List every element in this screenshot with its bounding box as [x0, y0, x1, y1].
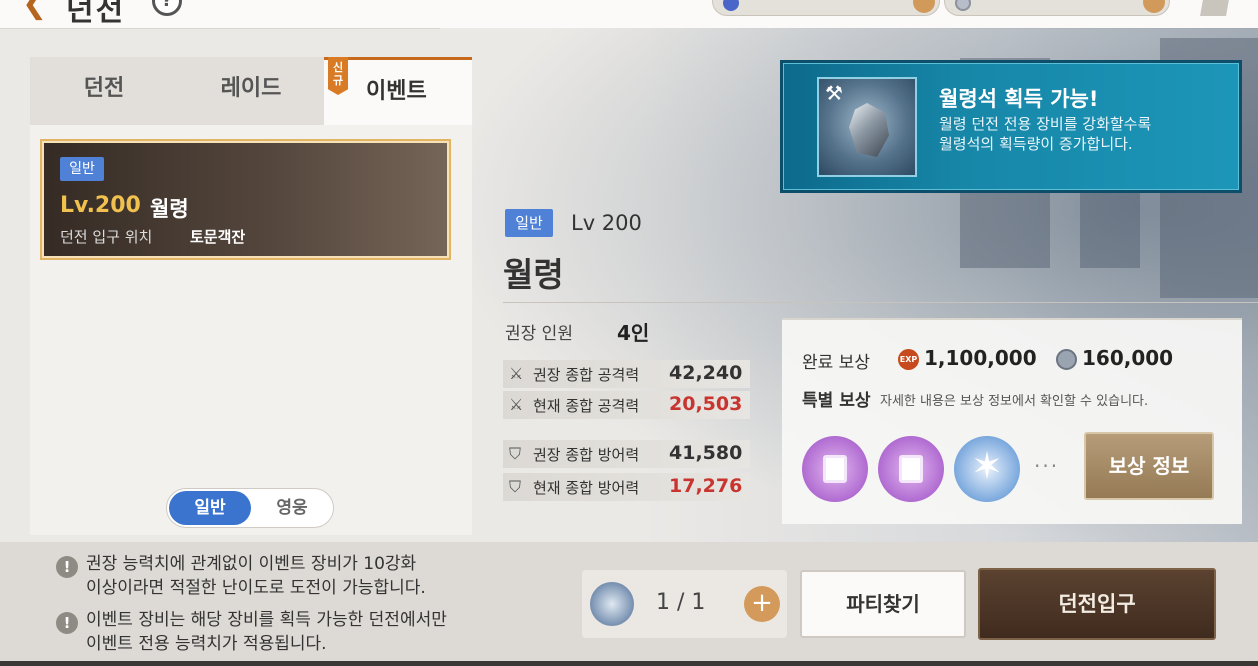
stat-value: 17,276	[669, 475, 743, 497]
exp-reward-value: 1,100,000	[924, 346, 1037, 370]
scroll-icon	[823, 455, 847, 483]
stat-row-rec-attack: ⚔ 권장 종합 공격력 42,240	[503, 360, 750, 388]
silver-reward-value: 160,000	[1082, 346, 1174, 370]
currency-pill-gem[interactable]	[712, 0, 940, 16]
top-bar: ❮ 던전 ?	[0, 0, 1258, 29]
notice-line: 이상이라면 적절한 난이도로 도전이 가능합니다.	[86, 578, 426, 598]
stat-label: 현재 종합 방어력	[533, 479, 640, 497]
event-banner[interactable]: ⚒ 월령석 획득 가능! 월령 던전 전용 장비를 강화할수록 월령석의 획득량…	[780, 60, 1242, 193]
tab-event-label: 이벤트	[366, 79, 427, 104]
stat-row-cur-attack: ⚔ 현재 종합 공격력 20,503	[503, 391, 750, 419]
ticket-count: 1 / 1	[656, 590, 706, 615]
menu-icon[interactable]	[1200, 0, 1230, 16]
party-size-value: 4인	[617, 321, 650, 345]
notice-icon: !	[56, 612, 78, 634]
currency-pill-silver[interactable]	[944, 0, 1170, 16]
add-currency-icon[interactable]	[913, 0, 935, 13]
reward-panel: 완료 보상 EXP 1,100,000 160,000 특별 보상 자세한 내용…	[782, 318, 1242, 524]
detail-dungeon-name: 월령	[503, 255, 564, 294]
reward-item-scroll[interactable]	[878, 436, 944, 502]
help-icon[interactable]: ?	[152, 0, 182, 16]
entry-ticket-icon	[590, 582, 634, 626]
entrance-location-label: 던전 입구 위치	[60, 228, 153, 246]
divider	[503, 302, 1258, 303]
silver-coin-icon	[955, 0, 971, 11]
card-level: Lv.200	[60, 193, 141, 218]
tab-dungeon[interactable]: 던전	[30, 57, 178, 125]
notice-text: 권장 능력치에 관계없이 이벤트 장비가 10강화 이상이라면 적절한 난이도로…	[86, 552, 526, 600]
hammer-icon: ⚒	[825, 81, 843, 105]
notice-icon: !	[56, 556, 78, 578]
stat-label: 현재 종합 공격력	[533, 397, 640, 415]
banner-description: 월령석의 획득량이 증가합니다.	[939, 135, 1133, 153]
scroll-icon	[899, 455, 923, 483]
stat-value: 42,240	[669, 362, 743, 384]
party-find-button[interactable]: 파티찾기	[800, 570, 966, 638]
mode-hero-button[interactable]: 영웅	[253, 491, 331, 525]
entry-ticket-box: 1 / 1 +	[582, 570, 787, 638]
special-reward-description: 자세한 내용은 보상 정보에서 확인할 수 있습니다.	[880, 394, 1149, 409]
crossed-swords-icon: ⚔	[509, 395, 524, 414]
party-size-label: 권장 인원	[505, 324, 573, 344]
complete-reward-label: 완료 보상	[802, 353, 870, 373]
notice-line: 권장 능력치에 관계없이 이벤트 장비가 10강화	[86, 554, 417, 574]
banner-title: 월령석 획득 가능!	[939, 87, 1099, 111]
shield-icon: ⛉	[509, 444, 522, 463]
grade-badge: 일반	[60, 157, 104, 181]
add-currency-icon[interactable]	[1143, 0, 1165, 13]
back-arrow-icon[interactable]: ❮	[22, 0, 47, 21]
stat-row-cur-defense: ⛉ 현재 종합 방어력 17,276	[503, 473, 750, 501]
notice-line: 이벤트 장비는 해당 장비를 획득 가능한 던전에서만	[86, 610, 447, 630]
card-dungeon-name: 월령	[150, 197, 189, 221]
stat-value: 20,503	[669, 393, 743, 415]
enter-dungeon-button[interactable]: 던전입구	[978, 568, 1216, 640]
crossed-swords-icon: ⚔	[509, 364, 524, 383]
stat-label: 권장 종합 공격력	[533, 366, 640, 384]
special-reward-label: 특별 보상	[802, 391, 871, 411]
stat-value: 41,580	[669, 442, 743, 464]
notice-line: 이벤트 전용 능력치가 적용됩니다.	[86, 634, 327, 654]
tab-bar: 던전 레이드 신규 이벤트	[30, 57, 472, 125]
shield-icon: ⛉	[509, 477, 522, 496]
star-emblem-icon: ✶	[971, 444, 1003, 488]
reward-item-scroll[interactable]	[802, 436, 868, 502]
more-rewards-indicator: ···	[1034, 454, 1060, 478]
moonstone-icon	[849, 103, 889, 157]
detail-level: Lv 200	[571, 211, 642, 235]
stat-label: 권장 종합 방어력	[533, 446, 640, 464]
notice-text: 이벤트 장비는 해당 장비를 획득 가능한 던전에서만 이벤트 전용 능력치가 …	[86, 608, 526, 656]
add-ticket-button[interactable]: +	[744, 586, 780, 622]
new-badge: 신규	[328, 57, 348, 95]
entrance-location-value: 토문객잔	[190, 228, 246, 246]
moonstone-thumbnail: ⚒	[817, 77, 917, 177]
detail-grade-badge: 일반	[505, 209, 553, 237]
bottom-edge	[0, 661, 1258, 666]
difficulty-toggle: 일반 영웅	[166, 488, 334, 528]
silver-coin-icon	[1056, 349, 1077, 370]
reward-info-button[interactable]: 보상 정보	[1084, 432, 1214, 500]
page-title: 던전	[66, 0, 126, 28]
banner-description: 월령 던전 전용 장비를 강화할수록	[939, 115, 1152, 133]
tab-event[interactable]: 신규 이벤트	[324, 57, 472, 125]
mode-normal-button[interactable]: 일반	[169, 491, 251, 525]
reward-item-emblem[interactable]: ✶	[954, 436, 1020, 502]
stat-row-rec-defense: ⛉ 권장 종합 방어력 41,580	[503, 440, 750, 468]
dungeon-card-selected[interactable]: 일반 Lv.200 월령 던전 입구 위치 토문객잔	[40, 139, 451, 260]
tab-raid[interactable]: 레이드	[178, 57, 324, 125]
exp-icon: EXP	[898, 349, 919, 370]
gem-icon	[723, 0, 739, 11]
